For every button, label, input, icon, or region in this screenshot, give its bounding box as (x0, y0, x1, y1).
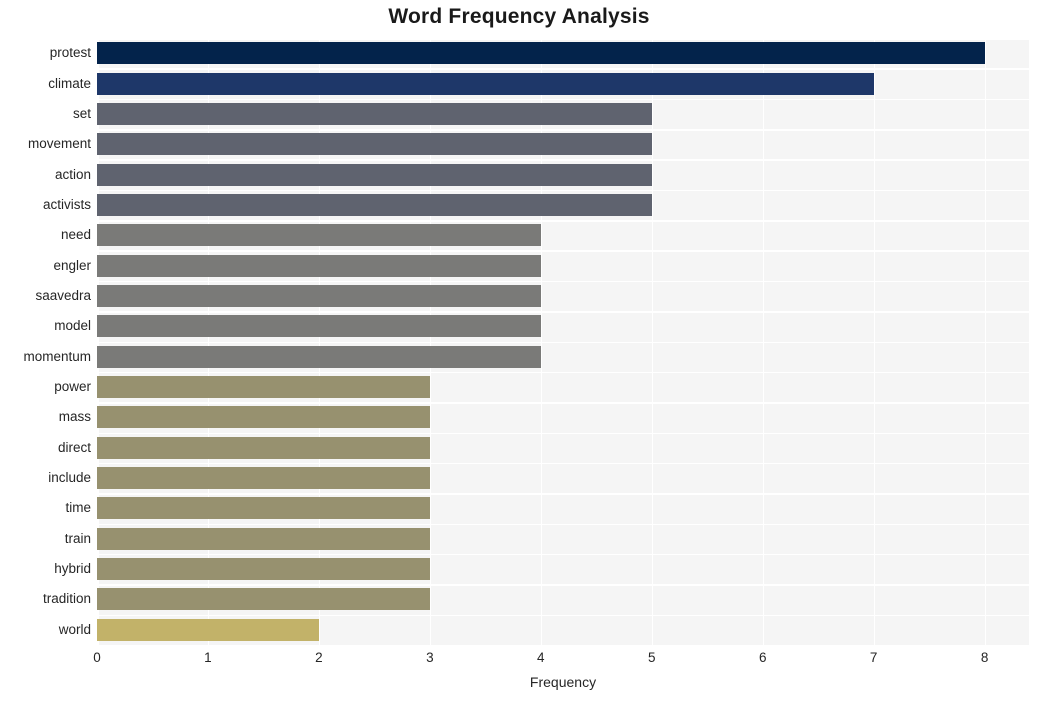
y-tick-label-set: set (72, 105, 91, 121)
y-tick-label-hybrid: hybrid (54, 561, 91, 577)
bar-saavedra (97, 284, 541, 307)
x-tick-label-0: 0 (93, 650, 101, 665)
y-tick-label-activists: activists (42, 196, 91, 212)
bar-hybrid (97, 558, 430, 581)
x-axis-title: Frequency (529, 674, 597, 690)
x-tick-label-7: 7 (869, 650, 878, 665)
bar-engler (97, 254, 541, 277)
bar-action (97, 163, 652, 186)
bar-model (97, 315, 541, 338)
y-tick-label-momentum: momentum (23, 348, 91, 364)
y-tick-label-model: model (54, 318, 91, 334)
bar-power (97, 376, 430, 399)
word-frequency-chart-figure: Word Frequency Analysis protest climate se… (0, 0, 1038, 701)
bar-protest (97, 42, 985, 65)
x-axis-tick-labels: 0 1 2 3 4 5 6 7 8 (0, 650, 1038, 672)
chart-title: Word Frequency Analysis (388, 5, 650, 28)
bar-world (97, 618, 319, 641)
y-tick-label-include: include (48, 470, 91, 486)
x-tick-label-3: 3 (426, 650, 434, 665)
y-tick-label-movement: movement (27, 136, 91, 152)
x-tick-label-2: 2 (315, 650, 323, 665)
bar-mass (97, 406, 430, 429)
bar-momentum (97, 345, 541, 368)
bar-include (97, 467, 430, 490)
x-tick-label-4: 4 (537, 650, 545, 665)
bar-time (97, 497, 430, 520)
y-tick-label-engler: engler (53, 257, 91, 273)
y-tick-label-protest: protest (49, 45, 91, 61)
x-tick-label-5: 5 (647, 650, 656, 665)
x-tick-label-1: 1 (204, 650, 212, 665)
y-tick-label-world: world (58, 621, 91, 637)
y-axis-tick-labels: protest climate set movement action activists… (0, 38, 91, 645)
bar-set (97, 102, 652, 125)
y-tick-label-tradition: tradition (42, 591, 91, 607)
y-tick-label-need: need (60, 227, 91, 243)
bar-climate (97, 72, 874, 95)
y-tick-label-direct: direct (57, 439, 91, 455)
bar-need (97, 224, 541, 247)
plot-area (97, 38, 1029, 645)
y-tick-label-power: power (54, 379, 91, 395)
y-tick-label-mass: mass (58, 409, 91, 425)
x-tick-label-6: 6 (758, 650, 767, 665)
bar-tradition (97, 588, 430, 611)
y-tick-label-time: time (65, 500, 91, 516)
bar-direct (97, 436, 430, 459)
bars-layer (97, 38, 1029, 645)
y-tick-label-climate: climate (48, 75, 91, 91)
y-tick-label-saavedra: saavedra (35, 287, 91, 303)
x-tick-label-8: 8 (980, 650, 989, 665)
bar-activists (97, 193, 652, 216)
y-tick-label-action: action (54, 166, 91, 182)
bar-movement (97, 133, 652, 156)
y-tick-label-train: train (64, 530, 91, 546)
bar-train (97, 527, 430, 550)
